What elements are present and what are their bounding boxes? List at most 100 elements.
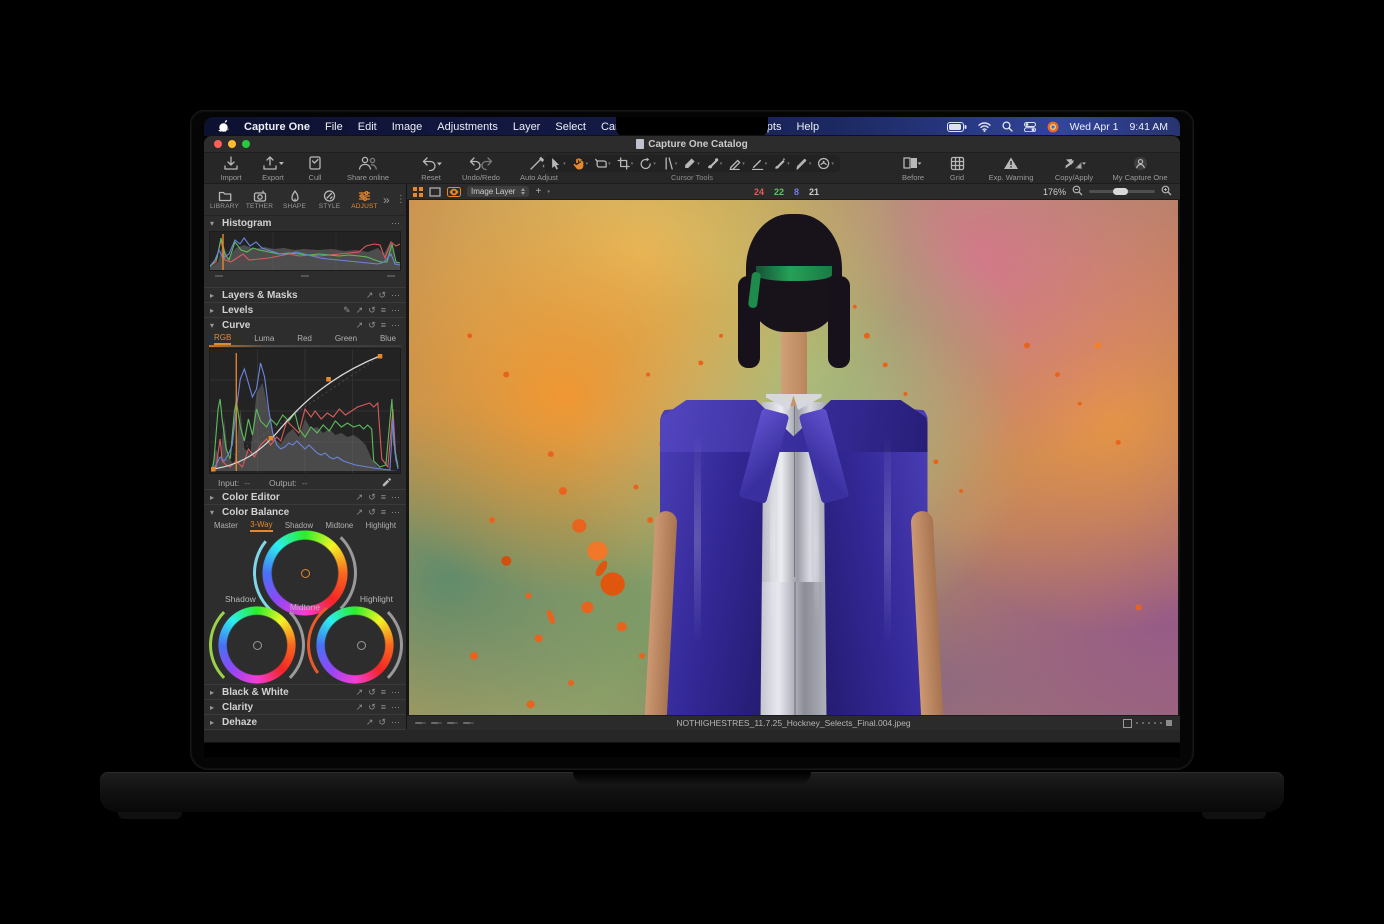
copy-adjustments-icon[interactable]: ↗ (356, 493, 364, 502)
copy-adjustments-icon[interactable]: ↗ (356, 508, 364, 517)
menu-adjustments[interactable]: Adjustments (437, 121, 498, 133)
curve-tab-luma[interactable]: Luma (254, 334, 274, 343)
count-total[interactable]: 21 (809, 187, 819, 197)
curve-tab-blue[interactable]: Blue (380, 334, 396, 343)
erase-mask-tool[interactable]: ▾ (728, 157, 745, 170)
magic-brush-tool[interactable]: ▾ (773, 157, 790, 170)
cb-tab-highlight[interactable]: Highlight (366, 521, 396, 530)
annotate-tool[interactable]: ▾ (796, 157, 812, 170)
zoom-out-icon[interactable] (1072, 185, 1083, 198)
zoom-slider-thumb[interactable] (1113, 188, 1128, 195)
layer-selector[interactable]: Image Layer (467, 186, 529, 197)
tab-shape[interactable]: SHAPE (278, 190, 311, 210)
more-icon[interactable]: ⋯ (391, 703, 400, 712)
more-icon[interactable]: ⋯ (391, 688, 400, 697)
crop-tool[interactable]: ▾ (617, 157, 634, 170)
exposure-warning-button[interactable]: Exp. Warning (982, 153, 1040, 183)
clone-stamp-tool[interactable]: ▾ (817, 157, 834, 170)
reset-button[interactable]: Reset (412, 153, 450, 183)
tab-adjust[interactable]: ADJUST (348, 190, 381, 210)
cb-tab-master[interactable]: Master (214, 521, 238, 530)
count-red[interactable]: 24 (754, 187, 764, 197)
presets-icon[interactable]: ≡ (381, 688, 386, 697)
menu-select[interactable]: Select (555, 121, 586, 133)
thumbnail-small-icon[interactable] (1166, 720, 1172, 726)
zoom-slider[interactable] (1089, 190, 1155, 193)
copy-adjustments-icon[interactable]: ↗ (356, 321, 364, 330)
select-tool[interactable]: ▾ (550, 157, 566, 170)
shadow-indicator[interactable] (253, 641, 262, 650)
multi-view-icon[interactable] (413, 187, 423, 197)
menu-edit[interactable]: Edit (358, 121, 377, 133)
count-blue[interactable]: 8 (794, 187, 799, 197)
more-icon[interactable]: ⋯ (391, 306, 400, 315)
reset-icon[interactable]: ↺ (368, 688, 376, 697)
menu-help[interactable]: Help (796, 121, 819, 133)
spotlight-search-icon[interactable] (1002, 121, 1013, 132)
spot-removal-tool[interactable]: ▾ (683, 157, 700, 170)
more-icon[interactable]: ⋯ (391, 508, 400, 517)
minimize-window-button[interactable] (228, 140, 236, 148)
panel-color-balance[interactable]: ▾ Color Balance ↗ ↺ ≡ ⋯ (204, 504, 406, 519)
presets-icon[interactable]: ≡ (381, 508, 386, 517)
panel-vignetting[interactable]: ▸ Vignetting ↗ ↺ ≡ ⋯ (204, 729, 406, 730)
add-layer-chevron-icon[interactable]: ▾ (547, 189, 550, 195)
curve-tab-rgb[interactable]: RGB (214, 333, 231, 345)
curve-tab-red[interactable]: Red (297, 334, 312, 343)
grid-button[interactable]: Grid (938, 153, 976, 183)
photo[interactable] (409, 200, 1178, 715)
copy-apply-button[interactable]: Copy/Apply (1046, 153, 1102, 183)
cb-tab-3way[interactable]: 3-Way (250, 520, 272, 532)
share-online-button[interactable]: Share online (338, 153, 398, 183)
zoom-window-button[interactable] (242, 140, 250, 148)
pan-tool[interactable]: ▾ (572, 157, 589, 170)
apple-menu-icon[interactable] (218, 120, 229, 133)
copy-adjustments-icon[interactable]: ↗ (356, 688, 364, 697)
close-window-button[interactable] (214, 140, 222, 148)
control-center-icon[interactable] (1024, 122, 1036, 132)
import-button[interactable]: Import (212, 153, 250, 183)
single-view-icon[interactable] (429, 187, 441, 197)
menu-app-name[interactable]: Capture One (244, 121, 310, 133)
menu-layer[interactable]: Layer (513, 121, 541, 133)
menu-time[interactable]: 9:41 AM (1129, 121, 1168, 133)
heal-brush-tool[interactable]: ▾ (706, 157, 723, 170)
cull-button[interactable]: Cull (296, 153, 334, 183)
reset-icon[interactable]: ↺ (368, 703, 376, 712)
copy-adjustments-icon[interactable]: ↗ (366, 291, 374, 300)
highlight-wheel[interactable] (316, 606, 394, 684)
panel-clarity[interactable]: ▸ Clarity ↗ ↺ ≡ ⋯ (204, 699, 406, 714)
reset-icon[interactable]: ↺ (368, 493, 376, 502)
zoom-level[interactable]: 176% (1043, 187, 1066, 197)
add-layer-button[interactable]: + (535, 187, 541, 197)
more-icon[interactable]: ⋯ (391, 321, 400, 330)
presets-icon[interactable]: ≡ (381, 321, 386, 330)
reset-icon[interactable]: ↺ (368, 321, 376, 330)
proof-view-icon[interactable] (447, 187, 461, 197)
reset-icon[interactable]: ↺ (368, 508, 376, 517)
title-bar[interactable]: Capture One Catalog (204, 136, 1180, 153)
reset-icon[interactable]: ↺ (368, 306, 376, 315)
my-capture-one-button[interactable]: My Capture One (1108, 153, 1172, 183)
panel-curve[interactable]: ▾ Curve ↗ ↺ ≡ ⋯ (204, 317, 406, 332)
orientation-tool[interactable]: ▾ (594, 157, 611, 170)
before-after-button[interactable]: Before (894, 153, 932, 183)
curve-picker-icon[interactable] (382, 477, 392, 489)
panel-layers-masks[interactable]: ▸ Layers & Masks ↗ ↺ ⋯ (204, 287, 406, 302)
draw-mask-tool[interactable]: ▾ (751, 157, 768, 170)
tab-options-icon[interactable]: ⋮ (396, 194, 406, 205)
highlight-indicator[interactable] (357, 641, 366, 650)
midtone-indicator[interactable] (301, 569, 310, 578)
app-status-icon[interactable] (1047, 121, 1059, 133)
presets-icon[interactable]: ≡ (381, 306, 386, 315)
presets-icon[interactable]: ≡ (381, 493, 386, 502)
curve-graph[interactable] (209, 348, 401, 474)
battery-icon[interactable] (947, 122, 967, 132)
reset-icon[interactable]: ↺ (378, 291, 386, 300)
menu-date[interactable]: Wed Apr 1 (1070, 121, 1119, 133)
count-green[interactable]: 22 (774, 187, 784, 197)
curve-tab-green[interactable]: Green (335, 334, 357, 343)
straighten-tool[interactable]: ▾ (662, 157, 678, 170)
more-icon[interactable]: ⋯ (391, 718, 400, 727)
tab-library[interactable]: LIBRARY (208, 190, 241, 210)
